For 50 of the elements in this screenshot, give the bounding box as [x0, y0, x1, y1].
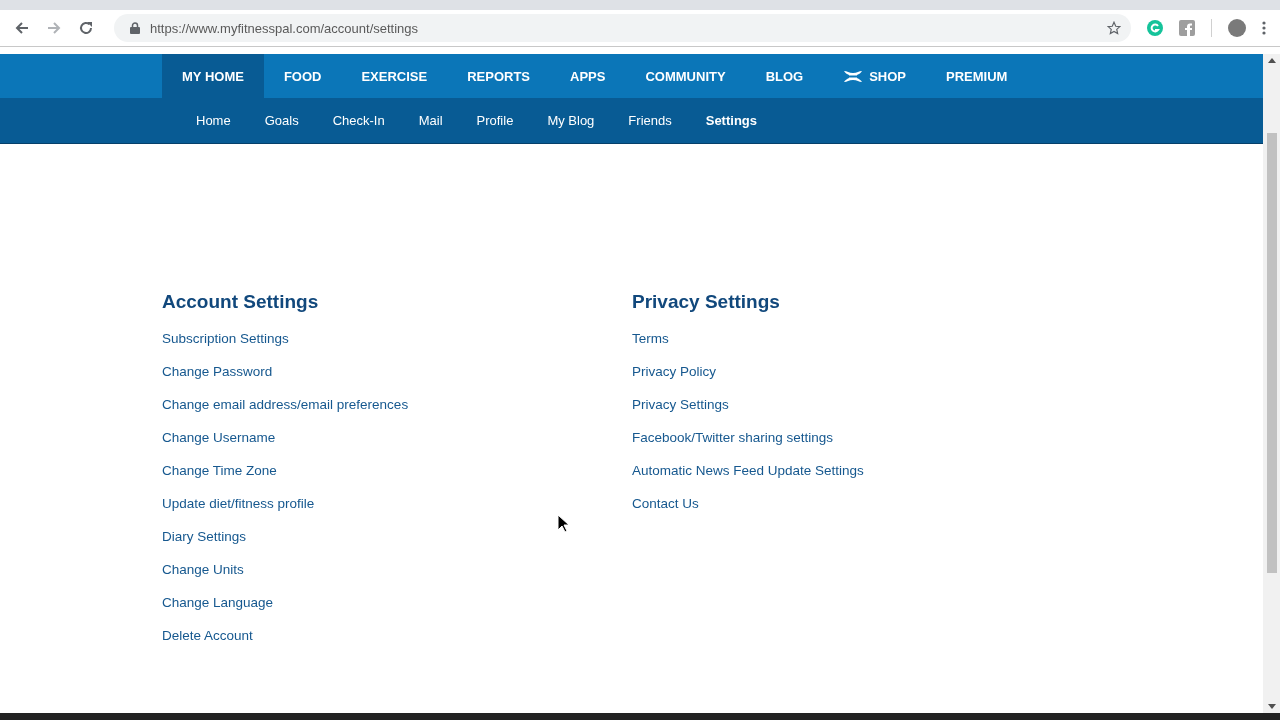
settings-link[interactable]: Delete Account [162, 627, 253, 644]
sub-nav-item[interactable]: Friends [611, 98, 689, 143]
settings-link[interactable]: Contact Us [632, 495, 699, 512]
scroll-down-icon[interactable] [1267, 704, 1276, 709]
scrollbar-thumb[interactable] [1266, 133, 1277, 573]
sub-nav-item[interactable]: Settings [688, 98, 774, 143]
settings-link[interactable]: Change Language [162, 594, 274, 611]
lock-icon [130, 22, 140, 34]
settings-link[interactable]: Privacy Policy [632, 363, 717, 380]
main-nav-item[interactable]: PREMIUM [926, 54, 1028, 98]
section-heading: Privacy Settings [632, 290, 781, 314]
bookmark-star-icon[interactable] [1107, 21, 1121, 35]
scrollbar[interactable] [1263, 54, 1280, 713]
settings-link[interactable]: Change email address/email preferences [162, 396, 409, 413]
back-icon[interactable] [14, 20, 30, 36]
settings-link[interactable]: Change Units [162, 561, 244, 578]
sub-nav-item[interactable]: Mail [401, 98, 460, 143]
mouse-pointer-icon [557, 514, 569, 533]
scroll-up-icon[interactable] [1267, 58, 1276, 63]
sub-nav-item[interactable]: Check-In [315, 98, 402, 143]
main-nav-item[interactable]: COMMUNITY [625, 54, 746, 98]
settings-link[interactable]: Subscription Settings [162, 330, 289, 347]
section-heading: Account Settings [162, 290, 320, 314]
sub-nav-item[interactable]: My Blog [530, 98, 612, 143]
url-text: https://www.myfitnesspal.com/account/settings [150, 20, 420, 36]
facebook-extension-icon[interactable] [1179, 20, 1195, 36]
main-nav-item[interactable]: BLOG [745, 54, 824, 98]
settings-link[interactable]: Change Time Zone [162, 462, 277, 479]
main-nav-item[interactable]: FOOD [263, 54, 342, 98]
main-nav-item[interactable]: REPORTS [447, 54, 551, 98]
main-nav-item[interactable]: EXERCISE [341, 54, 448, 98]
sub-nav-item[interactable]: Home [179, 98, 248, 143]
menu-icon[interactable] [1262, 21, 1266, 35]
settings-link[interactable]: Facebook/Twitter sharing settings [632, 429, 834, 446]
sub-nav-item[interactable]: Goals [247, 98, 316, 143]
sub-nav-item[interactable]: Profile [459, 98, 531, 143]
settings-link[interactable]: Change Username [162, 429, 276, 446]
settings-link[interactable]: Terms [632, 330, 669, 347]
settings-link[interactable]: Diary Settings [162, 528, 247, 545]
main-nav-item[interactable]: MY HOME [162, 54, 264, 98]
main-nav-item[interactable]: SHOP [823, 54, 927, 98]
brand-logo-icon [843, 69, 864, 83]
settings-link[interactable]: Update diet/fitness profile [162, 495, 315, 512]
profile-avatar[interactable] [1228, 19, 1246, 37]
settings-link[interactable]: Automatic News Feed Update Settings [632, 462, 864, 479]
settings-link[interactable]: Change Password [162, 363, 273, 380]
main-nav-item[interactable]: APPS [550, 54, 626, 98]
reload-icon[interactable] [78, 20, 94, 36]
address-bar[interactable]: https://www.myfitnesspal.com/account/settings [114, 14, 1131, 42]
settings-link[interactable]: Privacy Settings [632, 396, 729, 413]
